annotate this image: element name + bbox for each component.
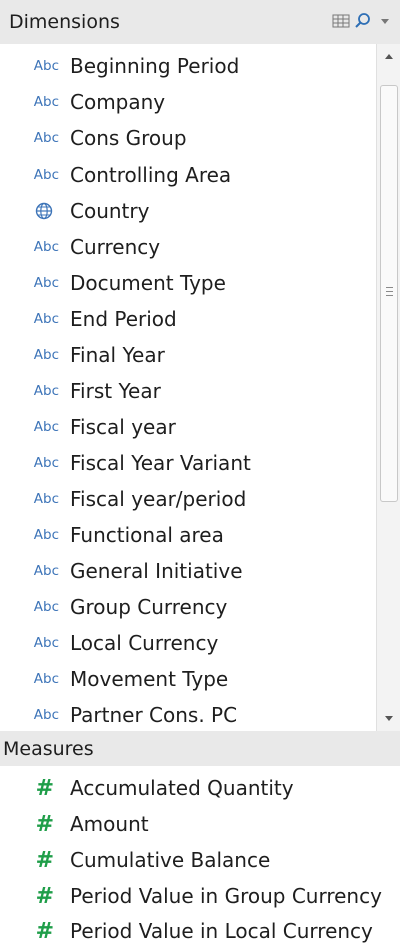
measure-label: Period Value in Group Currency [70, 884, 382, 908]
string-type-icon: Abc [33, 94, 59, 110]
dimension-item-beginning-period[interactable]: Abc Beginning Period [0, 48, 376, 84]
dimension-label: Country [70, 199, 150, 223]
dimension-label: End Period [70, 307, 177, 331]
dimension-item-partner-cons-pc[interactable]: Abc Partner Cons. PC [0, 697, 376, 731]
dimension-label: Fiscal year/period [70, 487, 247, 511]
string-type-icon: Abc [33, 130, 59, 146]
measure-label: Accumulated Quantity [70, 776, 294, 800]
dimension-item-country[interactable]: Country [0, 193, 376, 229]
measures-title: Measures [3, 737, 94, 760]
dimension-item-group-currency[interactable]: Abc Group Currency [0, 589, 376, 625]
string-type-icon: Abc [33, 455, 59, 471]
dimension-label: Functional area [70, 523, 224, 547]
string-type-icon: Abc [33, 707, 59, 723]
list-view-icon[interactable] [332, 12, 350, 30]
scroll-down-arrow-icon[interactable] [377, 707, 400, 729]
measure-item-period-value-group-currency[interactable]: # Period Value in Group Currency [0, 878, 400, 914]
dimension-item-first-year[interactable]: Abc First Year [0, 373, 376, 409]
string-type-icon: Abc [33, 311, 59, 327]
string-type-icon: Abc [33, 599, 59, 615]
string-type-icon: Abc [33, 635, 59, 651]
measure-hash-icon: # [35, 811, 54, 837]
dimension-label: Fiscal Year Variant [70, 451, 251, 475]
dimension-label: Company [70, 90, 166, 114]
search-icon[interactable] [354, 12, 372, 30]
dimension-item-document-type[interactable]: Abc Document Type [0, 265, 376, 301]
dimension-label: Movement Type [70, 667, 229, 691]
dimension-item-currency[interactable]: Abc Currency [0, 229, 376, 265]
dimensions-header: Dimensions [0, 0, 400, 44]
measure-item-cumulative-balance[interactable]: # Cumulative Balance [0, 842, 400, 878]
measure-label: Cumulative Balance [70, 848, 271, 872]
string-type-icon: Abc [33, 167, 59, 183]
dimension-label: Group Currency [70, 595, 228, 619]
dimension-label: Final Year [70, 343, 165, 367]
dimension-item-controlling-area[interactable]: Abc Controlling Area [0, 157, 376, 193]
dimension-item-final-year[interactable]: Abc Final Year [0, 337, 376, 373]
dimensions-title: Dimensions [9, 11, 120, 33]
dimension-item-company[interactable]: Abc Company [0, 84, 376, 120]
dimension-item-end-period[interactable]: Abc End Period [0, 301, 376, 337]
dimension-label: Beginning Period [70, 54, 240, 78]
dimension-item-fiscal-year[interactable]: Abc Fiscal year [0, 409, 376, 445]
dimensions-scrollbar[interactable] [376, 44, 400, 731]
string-type-icon: Abc [33, 347, 59, 363]
string-type-icon: Abc [33, 239, 59, 255]
measure-item-period-value-local-currency[interactable]: # Period Value in Local Currency [0, 913, 400, 943]
string-type-icon: Abc [33, 419, 59, 435]
dimension-label: Partner Cons. PC [70, 703, 238, 727]
dimension-label: Currency [70, 235, 161, 259]
dimensions-toolbar [332, 12, 394, 30]
measure-hash-icon: # [35, 775, 54, 801]
dimension-item-fiscal-year-period[interactable]: Abc Fiscal year/period [0, 481, 376, 517]
string-type-icon: Abc [33, 527, 59, 543]
scrollbar-thumb[interactable] [380, 85, 398, 502]
dimension-label: First Year [70, 379, 161, 403]
measure-label: Period Value in Local Currency [70, 919, 373, 943]
string-type-icon: Abc [33, 563, 59, 579]
measures-list: # Accumulated Quantity # Amount # Cumula… [0, 766, 400, 943]
dimension-item-local-currency[interactable]: Abc Local Currency [0, 625, 376, 661]
scroll-up-arrow-icon[interactable] [377, 46, 400, 68]
measure-label: Amount [70, 812, 149, 836]
dimension-item-cons-group[interactable]: Abc Cons Group [0, 120, 376, 156]
dimension-label: General Initiative [70, 559, 243, 583]
dimension-label: Fiscal year [70, 415, 176, 439]
string-type-icon: Abc [33, 275, 59, 291]
measure-hash-icon: # [35, 847, 54, 873]
dimension-label: Controlling Area [70, 163, 232, 187]
dimension-item-fiscal-year-variant[interactable]: Abc Fiscal Year Variant [0, 445, 376, 481]
measure-item-accumulated-quantity[interactable]: # Accumulated Quantity [0, 770, 400, 806]
dropdown-arrow-icon[interactable] [376, 12, 394, 30]
dimensions-list: Abc Beginning Period Abc Company Abc Con… [0, 44, 376, 731]
dimension-label: Cons Group [70, 126, 187, 150]
measure-hash-icon: # [35, 883, 54, 909]
measures-header: Measures [0, 731, 400, 766]
dimension-item-general-initiative[interactable]: Abc General Initiative [0, 553, 376, 589]
string-type-icon: Abc [33, 58, 59, 74]
dimension-item-movement-type[interactable]: Abc Movement Type [0, 661, 376, 697]
string-type-icon: Abc [33, 491, 59, 507]
dimension-item-functional-area[interactable]: Abc Functional area [0, 517, 376, 553]
string-type-icon: Abc [33, 383, 59, 399]
dimension-label: Local Currency [70, 631, 219, 655]
measure-item-amount[interactable]: # Amount [0, 806, 400, 842]
globe-icon [0, 202, 70, 220]
measure-hash-icon: # [35, 918, 54, 943]
dimension-label: Document Type [70, 271, 226, 295]
string-type-icon: Abc [33, 671, 59, 687]
